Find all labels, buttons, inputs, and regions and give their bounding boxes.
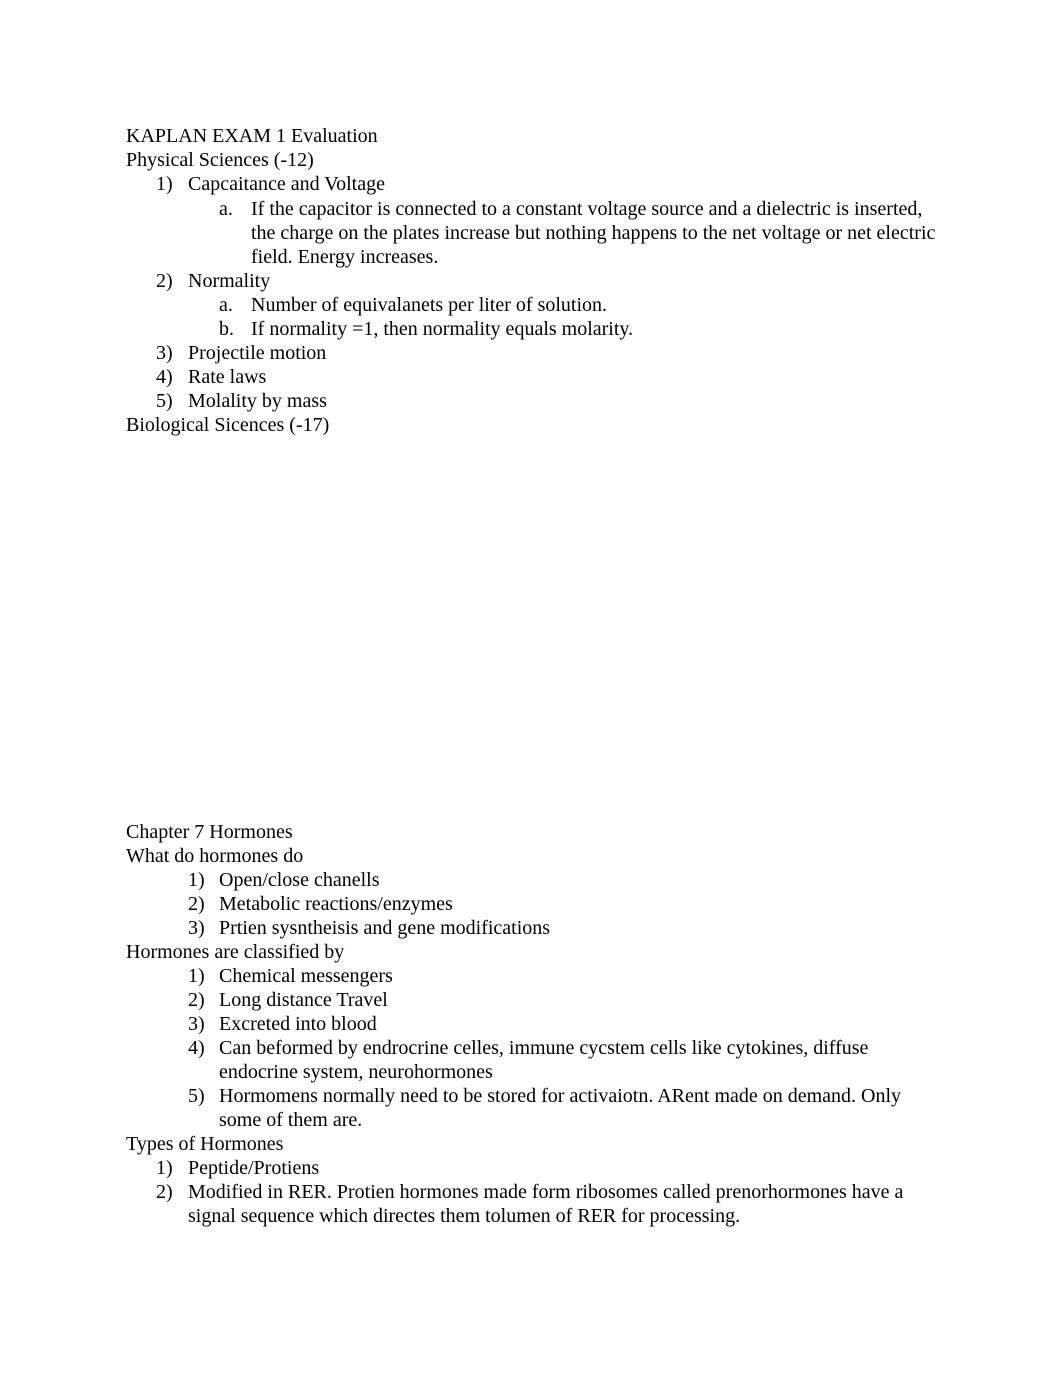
list-item: 3) Projectile motion: [126, 341, 938, 365]
list-item: 1) Capcaitance and Voltage: [126, 172, 938, 196]
list-number: 1): [156, 173, 173, 195]
list-number: 5): [156, 390, 173, 412]
list-text: Long distance Travel: [219, 989, 388, 1011]
list-number: 5): [188, 1085, 205, 1107]
list-item: 2) Metabolic reactions/enzymes: [126, 892, 938, 916]
list-letter: a.: [219, 294, 233, 316]
biological-sciences-heading: Biological Sicences (-17): [126, 414, 330, 436]
list-text: Excreted into blood: [219, 1013, 377, 1035]
list-text: If the capacitor is connected to a const…: [251, 198, 936, 268]
chapter-heading: Chapter 7 Hormones: [126, 821, 293, 843]
exam-evaluation-section: KAPLAN EXAM 1 Evaluation Physical Scienc…: [126, 124, 938, 437]
list-text: Prtien sysntheisis and gene modification…: [219, 917, 551, 939]
list-item: 4) Rate laws: [126, 365, 938, 389]
list-item: 2) Modified in RER. Protien hormones mad…: [126, 1180, 938, 1228]
list-item: 1) Chemical messengers: [126, 964, 938, 988]
physical-sciences-heading: Physical Sciences (-12): [126, 149, 314, 171]
list-number: 3): [188, 1013, 205, 1035]
list-number: 2): [156, 1181, 173, 1203]
list-item: 2) Long distance Travel: [126, 988, 938, 1012]
list-text: Number of equivalanets per liter of solu…: [251, 294, 608, 316]
list-text: If normality =1, then normality equals m…: [251, 318, 634, 340]
list-letter: a.: [219, 198, 233, 220]
list-item: 4) Can beformed by endrocrine celles, im…: [126, 1036, 938, 1084]
list-item: 5) Molality by mass: [126, 389, 938, 413]
list-number: 3): [188, 917, 205, 939]
list-item: 3) Prtien sysntheisis and gene modificat…: [126, 916, 938, 940]
hormones-section: Chapter 7 Hormones What do hormones do 1…: [126, 820, 938, 1228]
sub-list-item: a. Number of equivalanets per liter of s…: [126, 293, 938, 317]
types-of-hormones-heading: Types of Hormones: [126, 1133, 284, 1155]
list-text: Normality: [188, 270, 271, 292]
list-item: 5) Hormomens normally need to be stored …: [126, 1084, 938, 1132]
classified-by-heading: Hormones are classified by: [126, 941, 345, 963]
list-item: 1) Open/close chanells: [126, 868, 938, 892]
list-letter: b.: [219, 318, 234, 340]
document-title: KAPLAN EXAM 1 Evaluation: [126, 125, 378, 147]
list-number: 1): [188, 965, 205, 987]
document-page: KAPLAN EXAM 1 Evaluation Physical Scienc…: [0, 0, 1062, 1377]
list-number: 3): [156, 342, 173, 364]
list-number: 4): [156, 366, 173, 388]
sub-list-item: a. If the capacitor is connected to a co…: [126, 197, 938, 269]
list-text: Can beformed by endrocrine celles, immun…: [219, 1037, 869, 1083]
list-number: 1): [156, 1157, 173, 1179]
list-text: Open/close chanells: [219, 869, 380, 891]
what-do-hormones-do-heading: What do hormones do: [126, 845, 304, 867]
list-text: Molality by mass: [188, 390, 327, 412]
list-item: 1) Peptide/Protiens: [126, 1156, 938, 1180]
list-number: 1): [188, 869, 205, 891]
list-text: Chemical messengers: [219, 965, 393, 987]
list-text: Rate laws: [188, 366, 267, 388]
list-text: Hormomens normally need to be stored for…: [219, 1085, 902, 1131]
list-number: 2): [156, 270, 173, 292]
list-number: 2): [188, 989, 205, 1011]
list-text: Peptide/Protiens: [188, 1157, 320, 1179]
list-number: 2): [188, 893, 205, 915]
list-text: Modified in RER. Protien hormones made f…: [188, 1181, 904, 1227]
list-text: Projectile motion: [188, 342, 327, 364]
list-text: Capcaitance and Voltage: [188, 173, 385, 195]
sub-list-item: b. If normality =1, then normality equal…: [126, 317, 938, 341]
list-item: 3) Excreted into blood: [126, 1012, 938, 1036]
list-text: Metabolic reactions/enzymes: [219, 893, 453, 915]
list-number: 4): [188, 1037, 205, 1059]
list-item: 2) Normality: [126, 269, 938, 293]
